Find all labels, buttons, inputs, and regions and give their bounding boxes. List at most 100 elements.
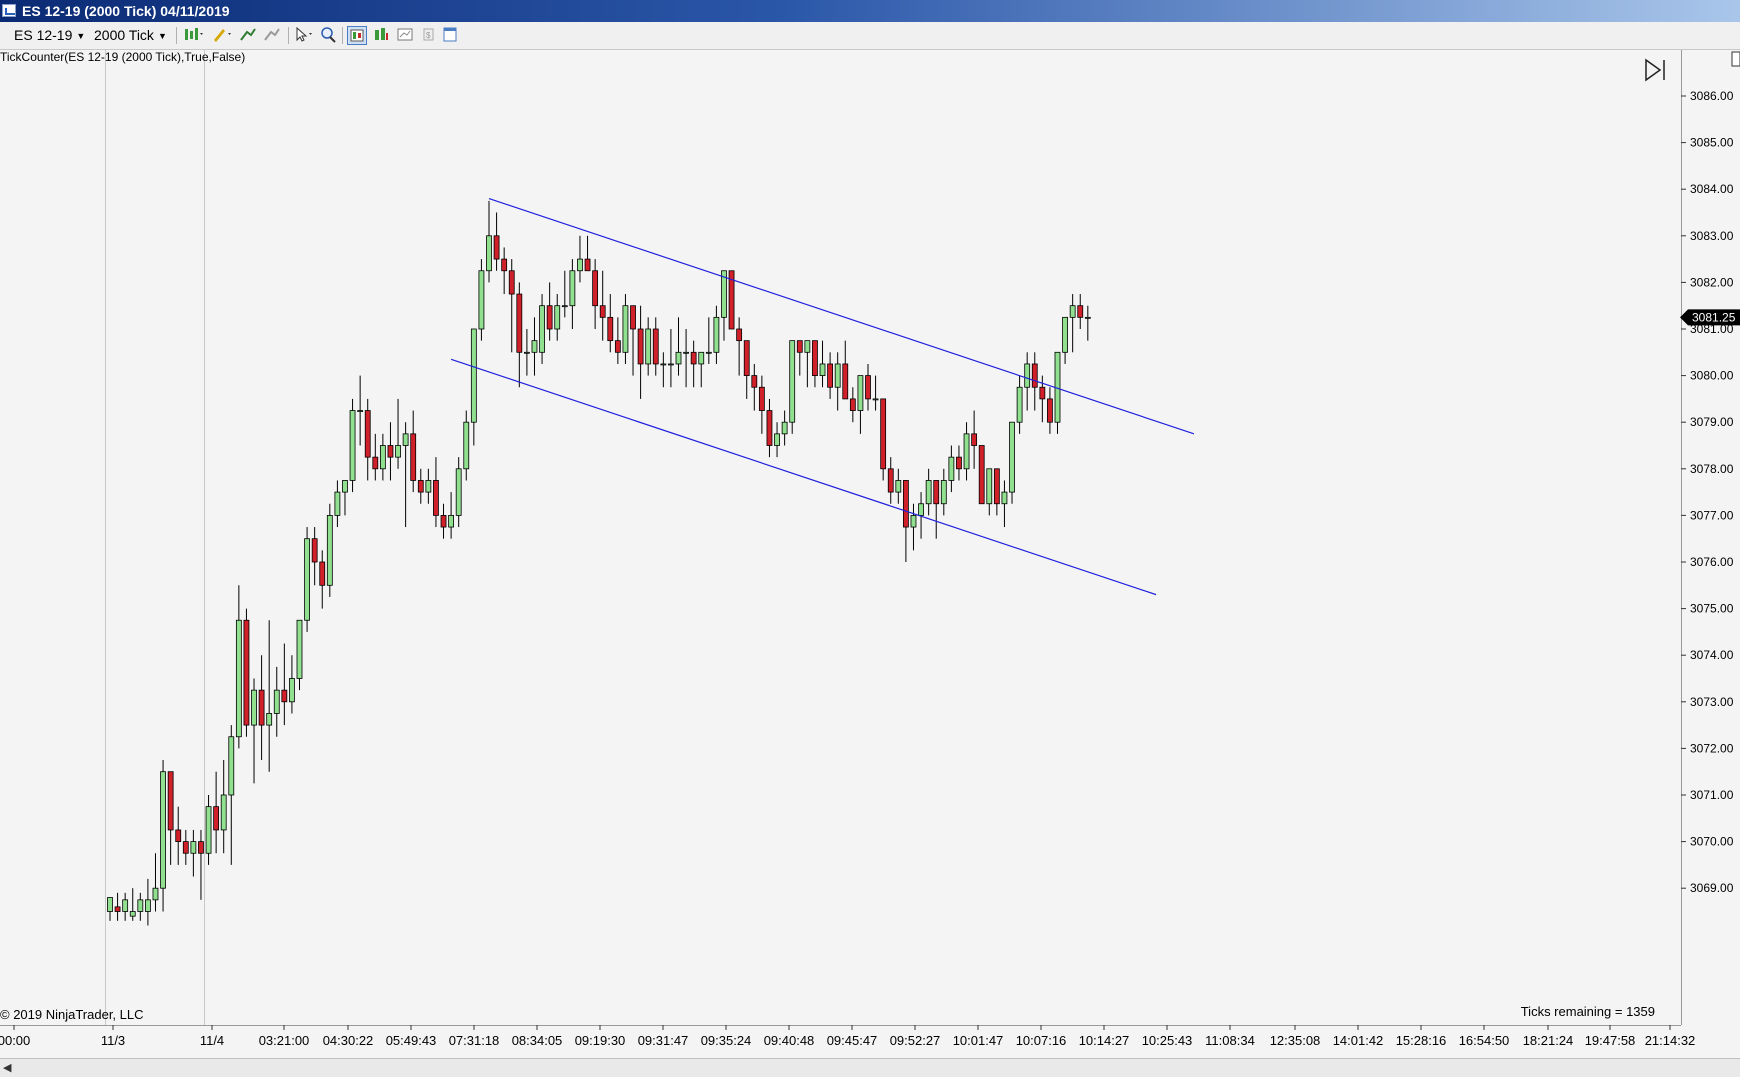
candle-body <box>577 258 583 272</box>
candle-body <box>379 445 386 470</box>
indicator-icon[interactable] <box>238 26 258 45</box>
price-chart[interactable]: 3069.00 3070.00 3071.00 3072.00 3073.00 3074.… <box>0 50 1740 1060</box>
candle <box>812 340 818 388</box>
candle <box>372 433 379 481</box>
window-icon[interactable] <box>440 26 460 45</box>
candle-body <box>675 351 682 365</box>
candle <box>804 340 811 388</box>
candle-body <box>766 410 773 446</box>
data-box-icon[interactable] <box>347 26 367 45</box>
candle-body <box>258 689 265 726</box>
candle-body <box>956 456 962 470</box>
candle-body <box>349 410 356 481</box>
time-tick-label: 08:34:05 <box>512 1033 563 1048</box>
time-tick-label: 14:01:42 <box>1333 1033 1384 1048</box>
candle-body <box>645 328 652 365</box>
candle-body <box>1024 363 1031 388</box>
candle-body <box>296 619 303 679</box>
candle <box>1047 387 1053 434</box>
price-tick-label: 3079.00 <box>1690 415 1734 429</box>
candle <box>645 317 652 376</box>
candle <box>751 363 758 411</box>
template-icon[interactable]: $ <box>418 26 438 45</box>
candle-body <box>918 503 924 516</box>
candle <box>827 352 833 399</box>
window-titlebar: ES 12-19 (2000 Tick) 04/11/2019 <box>0 0 1740 22</box>
candle-body <box>584 258 591 272</box>
candle <box>690 340 697 388</box>
strategy-icon[interactable] <box>262 26 282 45</box>
time-tick-label: 19:47:58 <box>1585 1033 1636 1048</box>
candle <box>296 619 303 691</box>
candle-body <box>857 375 864 411</box>
cursor-icon[interactable] <box>292 26 316 45</box>
candle <box>402 422 409 528</box>
candle-body <box>137 899 144 912</box>
time-tick-label: 16:54:50 <box>1459 1033 1510 1048</box>
candle-body <box>395 445 401 458</box>
candle-body <box>963 433 970 470</box>
candle-body <box>440 514 447 528</box>
properties-icon[interactable] <box>395 26 415 45</box>
candle-body <box>235 619 242 738</box>
candle <box>698 351 705 388</box>
time-tick-label: 09:40:48 <box>764 1033 815 1048</box>
horizontal-scrollbar[interactable]: ◀ <box>0 1058 1740 1077</box>
candle <box>592 259 599 329</box>
time-tick-label: 18:21:24 <box>1523 1033 1574 1048</box>
candle-body <box>167 771 174 831</box>
time-tick-label: 07:31:18 <box>449 1033 500 1048</box>
drawing-pencil-icon[interactable] <box>210 26 234 45</box>
candle-body <box>940 480 947 505</box>
price-tick-label: 3072.00 <box>1690 741 1734 755</box>
price-tick-label: 3085.00 <box>1690 136 1734 150</box>
scroll-to-end-icon[interactable] <box>1645 58 1665 82</box>
candle <box>668 329 674 388</box>
candle <box>486 200 492 283</box>
time-axis[interactable]: 00:00 11/3 11/4 03:21:00 04:30:22 05:49:43 07:… <box>0 1025 1695 1048</box>
instrument-selector[interactable]: ES 12-19 ▼ <box>14 26 85 45</box>
time-tick-label: 12:35:08 <box>1270 1033 1321 1048</box>
bar-style-icon[interactable] <box>182 26 206 45</box>
candle-body <box>417 480 424 493</box>
time-tick-label: 09:35:24 <box>701 1033 752 1048</box>
time-tick-label: 09:52:27 <box>890 1033 941 1048</box>
time-tick-label: 05:49:43 <box>386 1033 437 1048</box>
price-axis[interactable]: 3069.00 3070.00 3071.00 3072.00 3073.00 3074.… <box>1681 89 1734 895</box>
candle-body <box>1047 398 1053 423</box>
price-tick-label: 3086.00 <box>1690 89 1734 103</box>
candle-body <box>925 480 932 505</box>
candle <box>993 468 1000 516</box>
price-tick-label: 3073.00 <box>1690 695 1734 709</box>
candle <box>448 492 455 539</box>
candle <box>956 445 962 481</box>
candle-body <box>220 794 227 831</box>
candle <box>516 282 523 388</box>
candle <box>387 422 394 481</box>
candle <box>144 878 151 926</box>
trendline-group[interactable] <box>450 197 1195 596</box>
scroll-left-icon[interactable]: ◀ <box>3 1061 11 1074</box>
candle-body <box>190 841 197 854</box>
candle <box>364 398 371 481</box>
candle <box>357 375 364 446</box>
candle-body <box>781 421 788 435</box>
zoom-icon[interactable] <box>318 26 338 45</box>
interval-selector[interactable]: 2000 Tick ▼ <box>94 26 167 45</box>
chart-trader-icon[interactable] <box>371 26 391 45</box>
time-tick-label: 11/3 <box>101 1033 125 1048</box>
candle <box>433 457 439 528</box>
candle <box>1054 351 1061 434</box>
candle <box>986 468 993 516</box>
candle-body <box>948 456 955 481</box>
candle <box>266 620 273 772</box>
candle <box>1077 294 1084 329</box>
candle-body <box>592 270 599 307</box>
candle <box>1009 421 1015 504</box>
time-tick-label: 09:31:47 <box>638 1033 689 1048</box>
candle <box>971 410 978 469</box>
candle-body <box>652 328 659 365</box>
candle-body <box>144 899 151 912</box>
candle-body <box>182 841 189 854</box>
candle-body <box>304 538 310 621</box>
